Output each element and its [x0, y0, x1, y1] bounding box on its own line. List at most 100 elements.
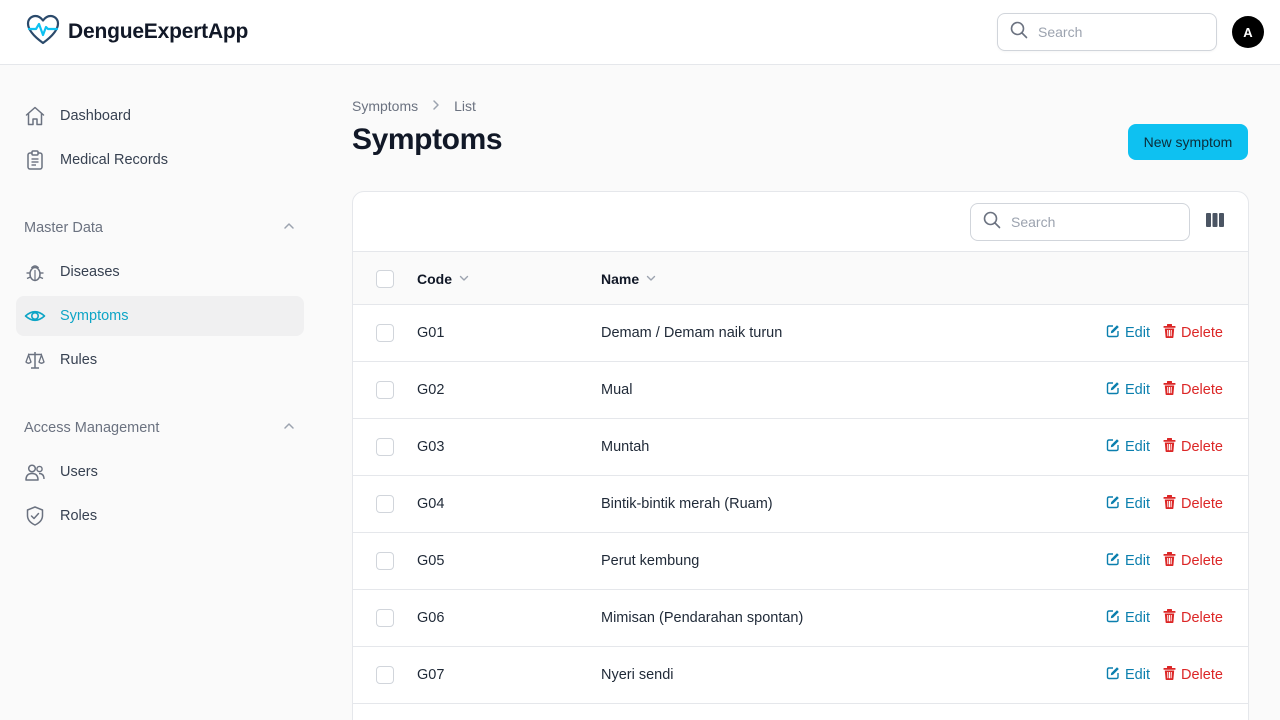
edit-label: Edit [1125, 325, 1150, 341]
breadcrumb-parent[interactable]: Symptoms [352, 98, 418, 114]
group-label: Access Management [24, 420, 160, 436]
row-checkbox[interactable] [376, 609, 394, 627]
sidebar-item-roles[interactable]: Roles [16, 496, 304, 536]
row-checkbox[interactable] [376, 666, 394, 684]
breadcrumb: Symptoms List [352, 96, 476, 116]
cell-name: Nyeri sendi [601, 667, 674, 683]
sidebar-item-dashboard[interactable]: Dashboard [16, 96, 304, 136]
trash-icon [1163, 324, 1176, 342]
trash-icon [1163, 438, 1176, 456]
sidebar-item-rules[interactable]: Rules [16, 340, 304, 380]
delete-label: Delete [1181, 496, 1223, 512]
edit-button[interactable]: Edit [1106, 476, 1150, 532]
edit-icon [1106, 552, 1120, 570]
group-access-management[interactable]: Access Management [24, 418, 296, 438]
edit-label: Edit [1125, 610, 1150, 626]
select-all-checkbox[interactable] [376, 270, 394, 288]
column-label: Code [417, 270, 452, 287]
edit-icon [1106, 609, 1120, 627]
edit-button[interactable]: Edit [1106, 533, 1150, 589]
sidebar-item-label: Dashboard [60, 108, 131, 124]
row-checkbox[interactable] [376, 438, 394, 456]
table-row: G04 Bintik-bintik merah (Ruam) Edit Delete [353, 476, 1248, 533]
trash-icon [1163, 552, 1176, 570]
row-checkbox[interactable] [376, 324, 394, 342]
table-row: G01 Demam / Demam naik turun Edit Delete [353, 305, 1248, 362]
cell-code: G01 [417, 325, 445, 341]
delete-label: Delete [1181, 325, 1223, 341]
search-icon [983, 211, 1001, 234]
cell-code: G06 [417, 610, 445, 626]
edit-button[interactable]: Edit [1106, 647, 1150, 703]
user-avatar[interactable]: A [1232, 16, 1264, 48]
edit-button[interactable]: Edit [1106, 362, 1150, 418]
column-header-code[interactable]: Code [417, 252, 470, 305]
toggle-columns-button[interactable] [1203, 210, 1227, 234]
users-icon [24, 461, 46, 483]
chevron-right-icon [430, 98, 442, 114]
delete-button[interactable]: Delete [1163, 590, 1223, 646]
new-symptom-button[interactable]: New symptom [1128, 124, 1248, 160]
row-checkbox[interactable] [376, 495, 394, 513]
delete-button[interactable]: Delete [1163, 533, 1223, 589]
column-header-name[interactable]: Name [601, 252, 657, 305]
trash-icon [1163, 381, 1176, 399]
delete-button[interactable]: Delete [1163, 362, 1223, 418]
scale-icon [24, 349, 46, 371]
delete-label: Delete [1181, 439, 1223, 455]
page-title: Symptoms [352, 123, 503, 156]
sidebar-item-label: Roles [60, 508, 98, 524]
edit-button[interactable]: Edit [1106, 419, 1150, 475]
edit-icon [1106, 666, 1120, 684]
edit-icon [1106, 381, 1120, 399]
sidebar-item-diseases[interactable]: Diseases [16, 252, 304, 292]
chevron-down-icon [458, 271, 470, 287]
cell-name: Perut kembung [601, 553, 700, 569]
sidebar-item-label: Symptoms [60, 308, 129, 324]
row-checkbox[interactable] [376, 381, 394, 399]
edit-button[interactable]: Edit [1106, 305, 1150, 361]
edit-button[interactable]: Edit [1106, 590, 1150, 646]
table-row: G07 Nyeri sendi Edit Delete [353, 647, 1248, 704]
delete-label: Delete [1181, 667, 1223, 683]
cell-code: G05 [417, 553, 445, 569]
cell-code: G04 [417, 496, 445, 512]
delete-button[interactable]: Delete [1163, 647, 1223, 703]
edit-label: Edit [1125, 496, 1150, 512]
global-search-input[interactable] [1038, 24, 1188, 40]
breadcrumb-current: List [454, 98, 476, 114]
sidebar-item-label: Rules [60, 352, 98, 368]
sidebar-item-users[interactable]: Users [16, 452, 304, 492]
group-master-data[interactable]: Master Data [24, 218, 296, 238]
global-search[interactable] [997, 13, 1217, 51]
sidebar: Dashboard Medical Records Master Data Di… [0, 65, 320, 720]
cell-name: Mimisan (Pendarahan spontan) [601, 610, 804, 626]
cell-name: Demam / Demam naik turun [601, 325, 783, 341]
top-bar: DengueExpertApp A [0, 0, 1280, 65]
home-icon [24, 105, 46, 127]
edit-icon [1106, 324, 1120, 342]
delete-button[interactable]: Delete [1163, 476, 1223, 532]
sidebar-item-symptoms[interactable]: Symptoms [16, 296, 304, 336]
table-toolbar [353, 192, 1248, 252]
row-checkbox[interactable] [376, 552, 394, 570]
edit-label: Edit [1125, 439, 1150, 455]
brand[interactable]: DengueExpertApp [26, 14, 248, 50]
sidebar-item-label: Users [60, 464, 98, 480]
sidebar-item-medical-records[interactable]: Medical Records [16, 140, 304, 180]
edit-icon [1106, 495, 1120, 513]
trash-icon [1163, 495, 1176, 513]
columns-icon [1206, 212, 1224, 233]
symptoms-table-card: Code Name G01 Demam / Demam naik turun Edi… [352, 191, 1249, 720]
table-row: G06 Mimisan (Pendarahan spontan) Edit Delet… [353, 590, 1248, 647]
shield-check-icon [24, 505, 46, 527]
bug-icon [24, 261, 46, 283]
delete-button[interactable]: Delete [1163, 305, 1223, 361]
table-row: G03 Muntah Edit Delete [353, 419, 1248, 476]
cell-code: G03 [417, 439, 445, 455]
table-header: Code Name [353, 252, 1248, 305]
table-search-input[interactable] [1011, 214, 1161, 230]
delete-button[interactable]: Delete [1163, 419, 1223, 475]
clipboard-icon [24, 149, 46, 171]
table-search[interactable] [970, 203, 1190, 241]
